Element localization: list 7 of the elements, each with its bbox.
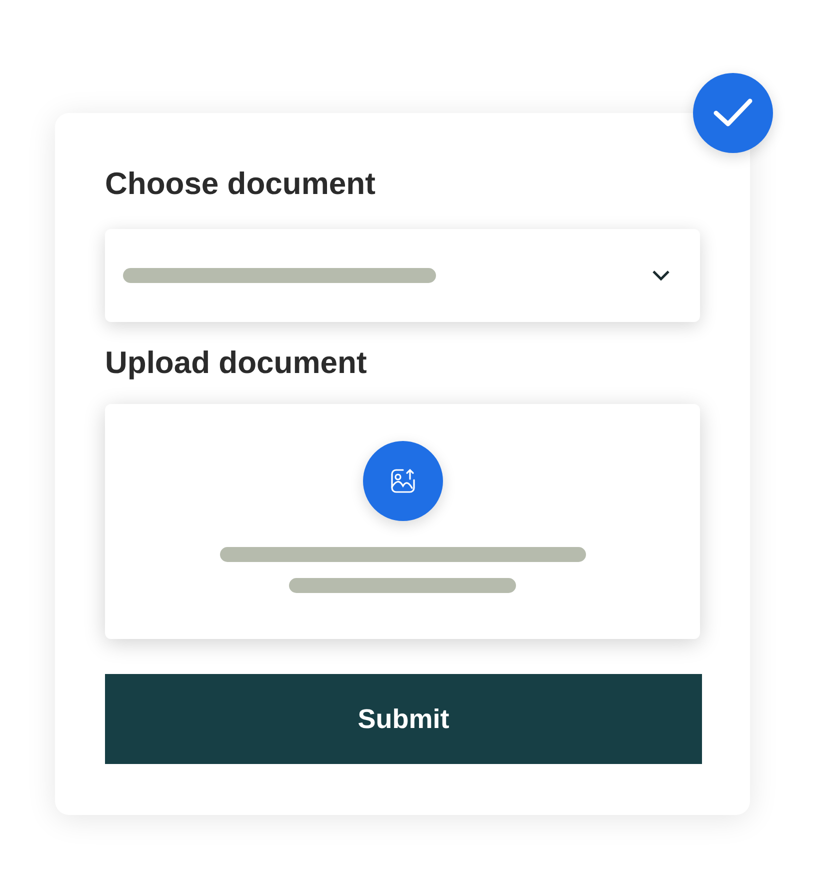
submit-button[interactable]: Submit: [105, 674, 702, 764]
image-upload-icon: [390, 468, 416, 494]
checkmark-icon: [713, 98, 753, 128]
choose-document-label: Choose document: [105, 165, 376, 203]
upload-dropzone[interactable]: [105, 404, 700, 639]
chevron-down-icon: [652, 270, 670, 281]
upload-document-label: Upload document: [105, 344, 368, 382]
